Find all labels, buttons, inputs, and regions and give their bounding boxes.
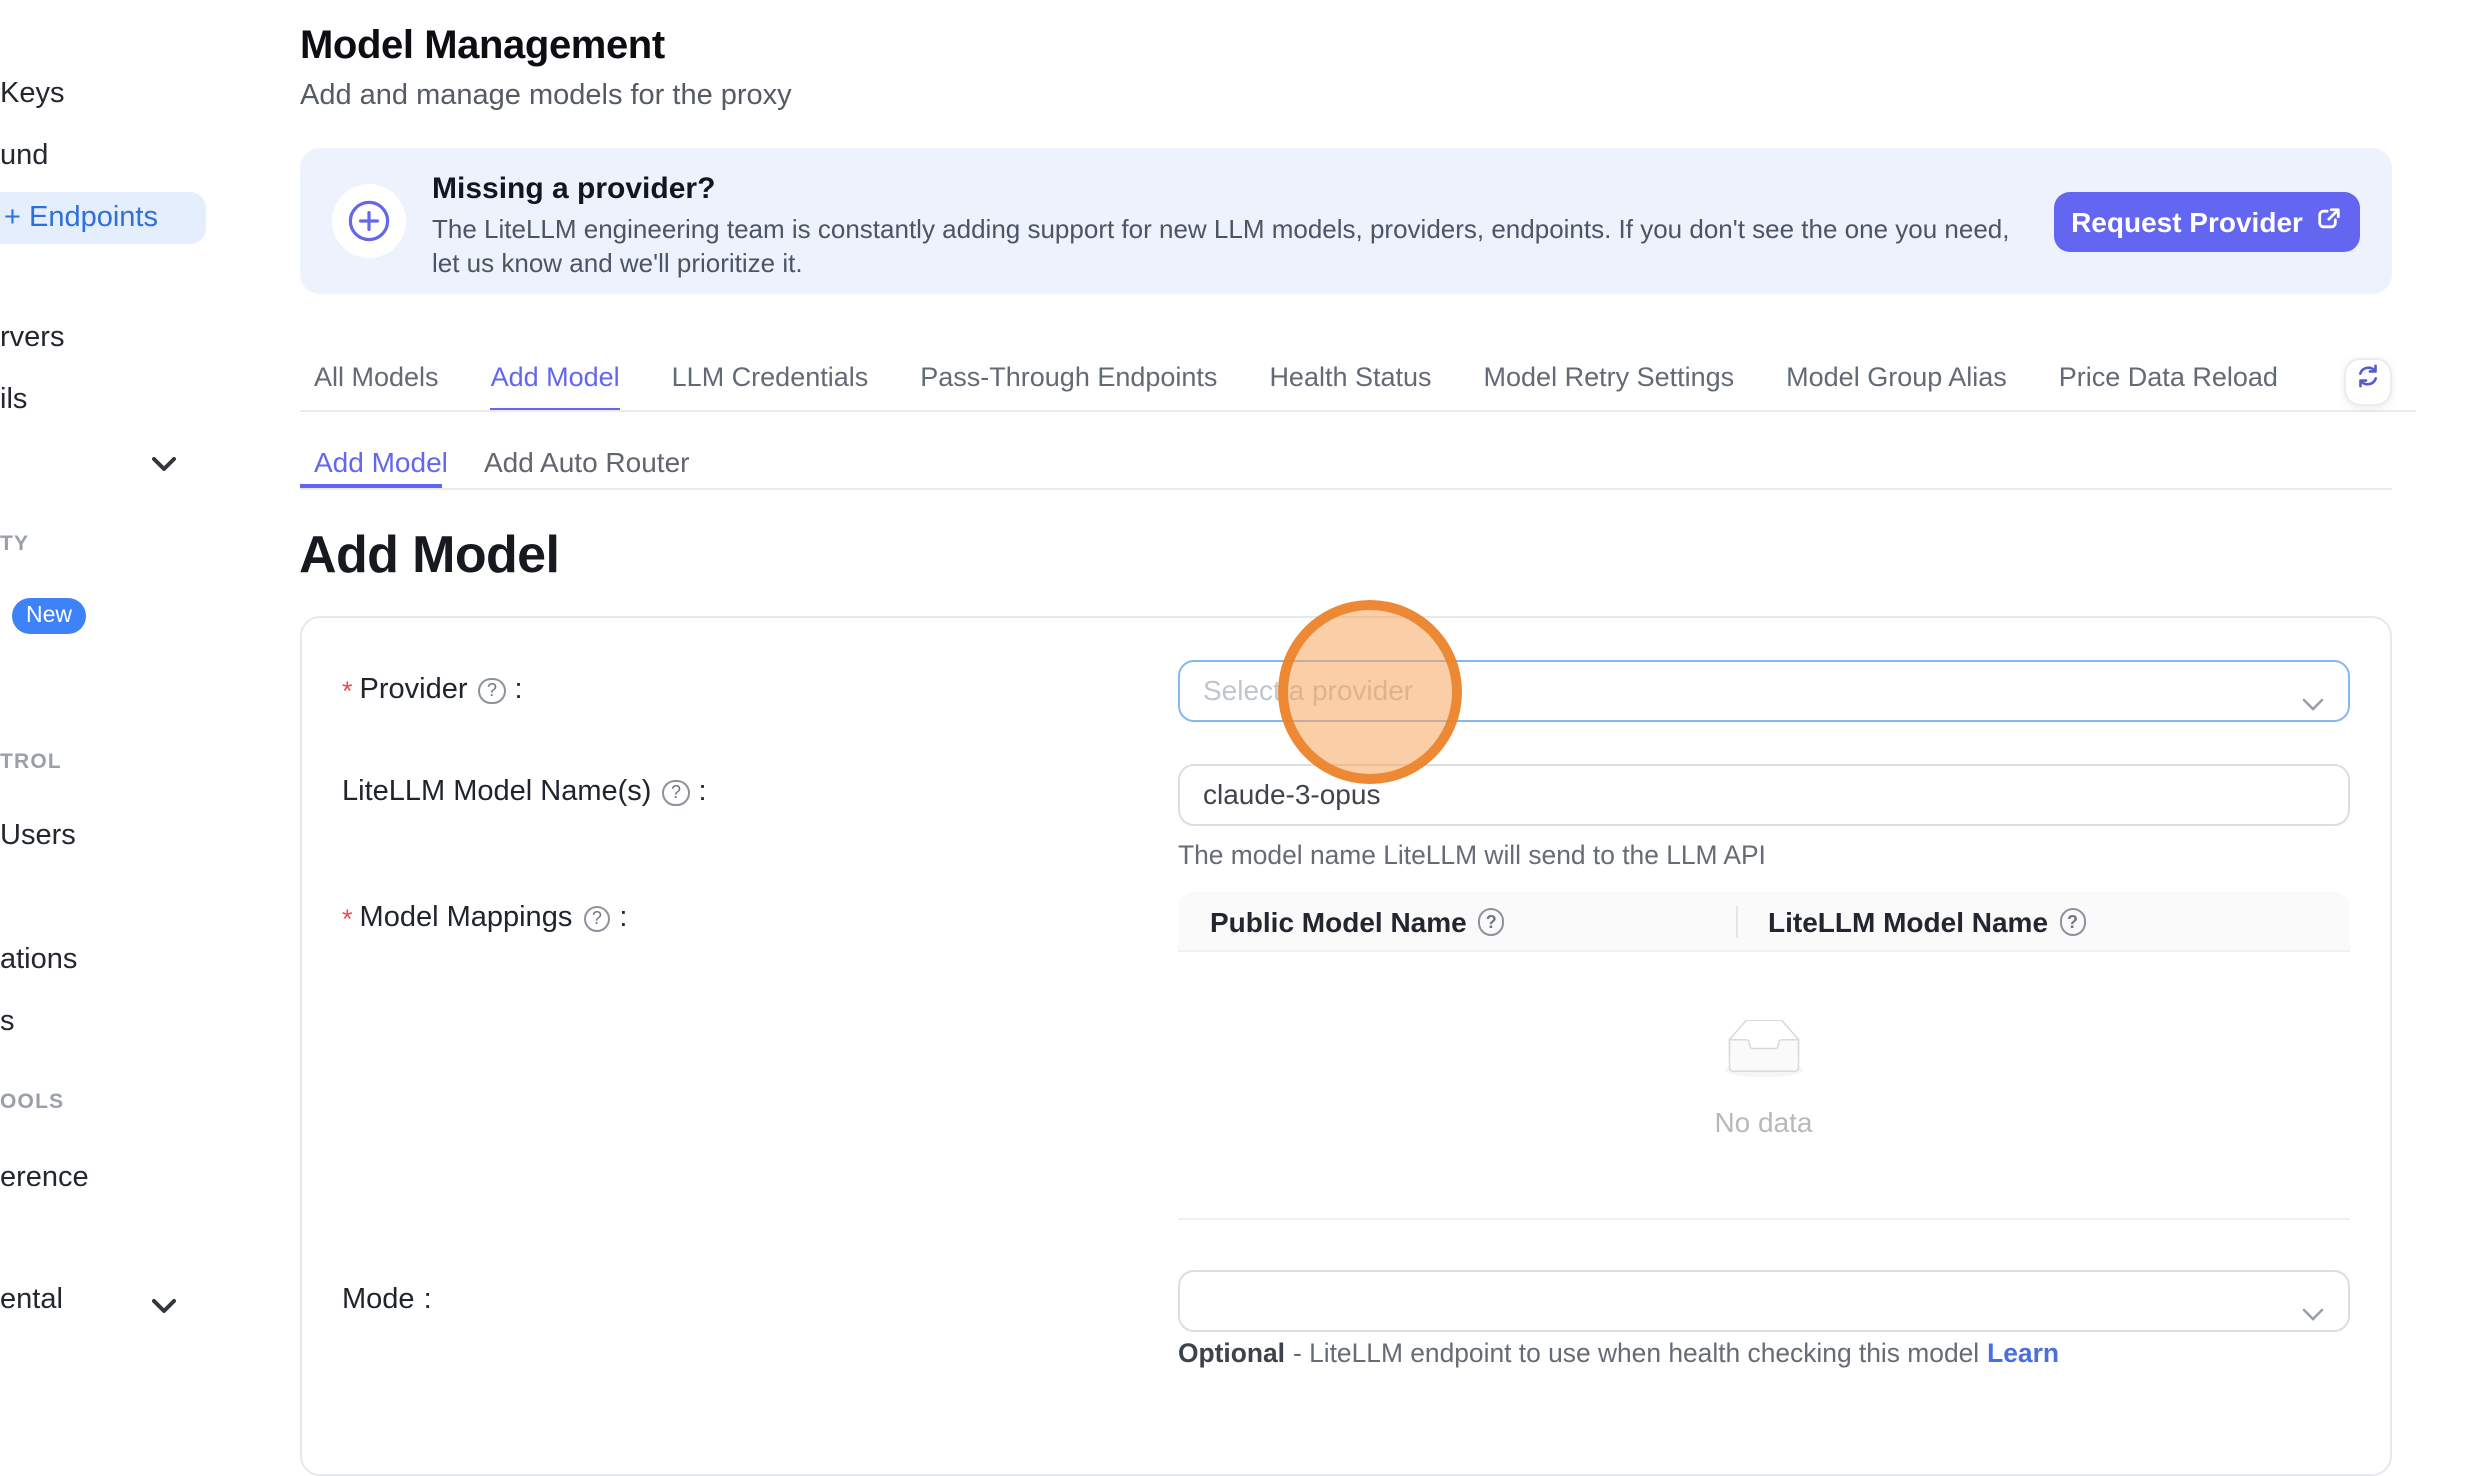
chevron-down-icon [2301, 1296, 2323, 1332]
sidebar-item-teams[interactable]: s [0, 1006, 15, 1040]
plus-circle-icon [332, 184, 406, 258]
mode-select[interactable] [1178, 1270, 2349, 1331]
empty-inbox-icon [1716, 1056, 1812, 1090]
tab-all-models[interactable]: All Models [314, 362, 439, 412]
model-name-label-text: LiteLLM Model Name(s) [342, 776, 651, 810]
tab-passthrough-endpoints[interactable]: Pass-Through Endpoints [920, 362, 1217, 412]
label-colon: : [619, 902, 627, 936]
refresh-icon [2354, 363, 2382, 401]
banner-title: Missing a provider? [432, 172, 715, 206]
model-mappings-label: * Model Mappings ? : [342, 902, 627, 936]
chevron-down-icon[interactable] [152, 446, 176, 482]
mode-label-text: Mode [342, 1284, 415, 1318]
sidebar-section-tools: OOLS [0, 1090, 64, 1114]
sidebar-section-access-control: TROL [0, 750, 62, 774]
model-name-help: The model name LiteLLM will send to the … [1178, 840, 1766, 872]
add-model-heading: Add Model [299, 524, 559, 586]
label-colon: : [698, 776, 706, 810]
sidebar-item-servers[interactable]: rvers [0, 322, 64, 356]
tab-add-model[interactable]: Add Model [491, 362, 620, 412]
provider-label-text: Provider [360, 674, 468, 708]
help-icon[interactable]: ? [583, 906, 610, 933]
tabs-divider [299, 410, 2415, 412]
refresh-button[interactable] [2344, 358, 2391, 405]
page-subtitle: Add and manage models for the proxy [300, 80, 792, 112]
sidebar-item-guardrails[interactable]: ils [0, 384, 27, 418]
banner-body: The LiteLLM engineering team is constant… [432, 212, 2044, 280]
help-icon[interactable]: ? [662, 780, 689, 807]
mode-label: Mode : [342, 1284, 432, 1318]
sidebar-item-keys[interactable]: Keys [0, 78, 65, 112]
request-provider-button[interactable]: Request Provider [2054, 191, 2360, 251]
subtabs-divider [299, 488, 2392, 490]
external-link-icon [2317, 205, 2343, 237]
label-colon: : [424, 1284, 432, 1318]
column-label: Public Model Name [1210, 906, 1467, 938]
learn-link[interactable]: Learn [1987, 1338, 2059, 1368]
mode-help-bold: Optional [1178, 1338, 1285, 1368]
mode-help-body: - LiteLLM endpoint to use when health ch… [1293, 1338, 1979, 1368]
tab-model-group-alias[interactable]: Model Group Alias [1786, 362, 2007, 412]
help-icon[interactable]: ? [2059, 908, 2086, 935]
missing-provider-banner: Missing a provider? The LiteLLM engineer… [299, 148, 2391, 294]
subtab-add-model[interactable]: Add Model [314, 446, 448, 478]
page-title: Model Management [300, 24, 665, 70]
chevron-down-icon [2301, 686, 2323, 722]
help-icon[interactable]: ? [479, 678, 506, 705]
column-litellm-model-name: LiteLLM Model Name ? [1768, 892, 2086, 951]
sidebar-item-playground[interactable]: und [0, 140, 48, 174]
required-mark: * [342, 902, 353, 936]
column-public-model-name: Public Model Name ? [1210, 892, 1505, 951]
table-header: Public Model Name ? LiteLLM Model Name ? [1178, 892, 2349, 951]
sidebar-item-organizations[interactable]: ations [0, 944, 77, 978]
sidebar-item-endpoints[interactable]: + Endpoints [0, 192, 206, 243]
help-icon[interactable]: ? [1478, 908, 1505, 935]
model-name-label: LiteLLM Model Name(s) ? : [342, 776, 707, 810]
sidebar-item-reference[interactable]: erence [0, 1162, 89, 1196]
required-mark: * [342, 674, 353, 708]
mode-help-text: Optional - LiteLLM endpoint to use when h… [1178, 1338, 2059, 1370]
tab-llm-credentials[interactable]: LLM Credentials [672, 362, 869, 412]
sidebar-item-experimental[interactable]: ental [0, 1284, 63, 1318]
model-mappings-table: Public Model Name ? LiteLLM Model Name ? [1178, 892, 2349, 1220]
no-data-text: No data [1178, 1106, 2349, 1138]
new-badge: New [12, 598, 86, 634]
sidebar-item-endpoints-label: + Endpoints [4, 202, 158, 234]
chevron-down-icon[interactable] [152, 1288, 176, 1324]
sidebar-section-observability: TY [0, 532, 29, 556]
model-tabs: All Models Add Model LLM Credentials Pas… [314, 362, 2278, 412]
column-label: LiteLLM Model Name [1768, 906, 2048, 938]
label-colon: : [515, 674, 523, 708]
sidebar-item-users[interactable]: Users [0, 820, 76, 854]
subtab-add-auto-router[interactable]: Add Auto Router [484, 446, 690, 478]
provider-label: * Provider ? : [342, 674, 523, 708]
column-divider [1736, 905, 1738, 937]
tab-model-retry-settings[interactable]: Model Retry Settings [1484, 362, 1735, 412]
tab-price-data-reload[interactable]: Price Data Reload [2059, 362, 2278, 412]
empty-state: No data [1178, 1020, 2349, 1138]
click-highlight-ring [1278, 599, 1462, 783]
app-window: Keys und + Endpoints rvers ils TY New TR… [0, 0, 2477, 1385]
mode-select-input[interactable] [1180, 1272, 2347, 1329]
tab-health-status[interactable]: Health Status [1269, 362, 1431, 412]
model-mappings-label-text: Model Mappings [360, 902, 573, 936]
request-provider-label: Request Provider [2071, 205, 2303, 237]
